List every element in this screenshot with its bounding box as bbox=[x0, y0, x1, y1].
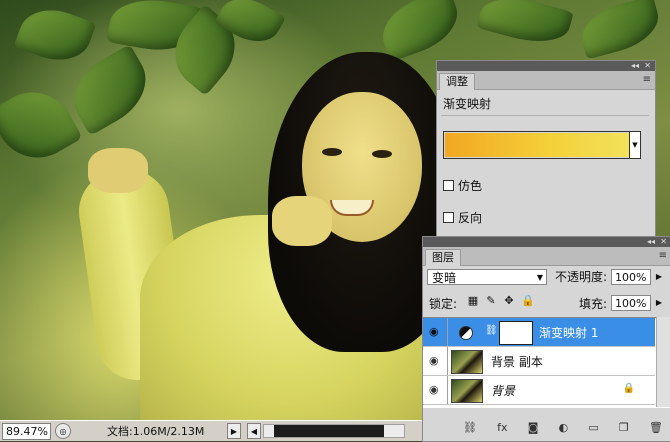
status-menu-arrow-icon[interactable]: ▶ bbox=[227, 423, 241, 439]
lock-icon: 🔒 bbox=[622, 383, 635, 394]
trash-icon[interactable]: 🗑 bbox=[649, 421, 663, 437]
layer-name[interactable]: 背景 副本 bbox=[491, 353, 543, 370]
blend-opacity-row: 变暗 ▼ 不透明度: 100% ▶ bbox=[427, 269, 663, 287]
layer-row[interactable]: ◉ ⛓ 渐变映射 1 bbox=[423, 318, 655, 347]
zoom-field[interactable]: 89.47% bbox=[2, 422, 51, 440]
close-icon[interactable]: ✕ bbox=[660, 237, 667, 247]
adjustments-panel: ◂◂ ✕ 调整 ≡ 渐变映射 ▼ 仿色 反向 bbox=[436, 60, 656, 240]
hand-shape bbox=[272, 196, 332, 246]
tab-bar: 图层 ≡ bbox=[423, 247, 670, 266]
layer-list: ◉ ⛓ 渐变映射 1 ◉ 背景 副本 ◉ 背景 🔒 bbox=[423, 317, 670, 408]
divider bbox=[447, 318, 448, 346]
checkbox-box[interactable] bbox=[443, 180, 454, 191]
adjustment-title: 渐变映射 bbox=[443, 97, 492, 111]
panel-menu-icon[interactable]: ≡ bbox=[643, 74, 651, 85]
lock-position-icon[interactable]: ✥ bbox=[503, 295, 515, 307]
leaf-shape bbox=[13, 0, 97, 71]
layer-name[interactable]: 渐变映射 1 bbox=[539, 324, 598, 341]
link-icon[interactable]: ⛓ bbox=[463, 421, 477, 437]
layers-panel: ◂◂ ✕ 图层 ≡ 变暗 ▼ 不透明度: 100% ▶ 锁定: ▦ ✎ ✥ 🔒 … bbox=[422, 236, 670, 442]
new-layer-icon[interactable]: ❐ bbox=[619, 421, 629, 437]
checkbox-box[interactable] bbox=[443, 212, 454, 223]
gradient-dropdown-icon[interactable]: ▼ bbox=[629, 132, 640, 158]
panel-menu-icon[interactable]: ≡ bbox=[659, 250, 667, 261]
fx-icon[interactable]: fx bbox=[497, 421, 507, 437]
lock-paint-icon[interactable]: ✎ bbox=[485, 295, 497, 307]
hand-shape bbox=[88, 148, 148, 193]
leaf-shape bbox=[373, 0, 467, 63]
chain-link-icon[interactable]: ⛓ bbox=[485, 325, 498, 336]
eye-icon[interactable]: ◉ bbox=[429, 326, 441, 338]
scroll-thumb[interactable] bbox=[274, 425, 384, 437]
horizontal-scrollbar[interactable] bbox=[263, 424, 405, 438]
layer-mask-thumbnail[interactable] bbox=[499, 321, 533, 345]
blend-mode-value: 变暗 bbox=[432, 271, 457, 285]
lock-fill-row: 锁定: ▦ ✎ ✥ 🔒 填充: 100% ▶ bbox=[427, 295, 663, 313]
mask-icon[interactable]: ◙ bbox=[528, 421, 539, 437]
leaf-shape bbox=[60, 44, 160, 136]
scroll-left-icon[interactable]: ◀ bbox=[247, 423, 261, 439]
lock-transparency-icon[interactable]: ▦ bbox=[467, 295, 479, 307]
tab-adjustments[interactable]: 调整 bbox=[439, 73, 475, 90]
eye-shape bbox=[372, 150, 392, 158]
leaf-shape bbox=[476, 0, 574, 51]
collapse-icon[interactable]: ◂◂ bbox=[647, 237, 655, 247]
opacity-slider-icon[interactable]: ▶ bbox=[653, 269, 665, 285]
divider bbox=[447, 376, 448, 404]
panel-header-bar: ◂◂ ✕ bbox=[423, 237, 670, 247]
reverse-checkbox[interactable]: 反向 bbox=[443, 209, 482, 226]
dither-checkbox[interactable]: 仿色 bbox=[443, 177, 482, 194]
lock-label: 锁定: bbox=[429, 297, 458, 311]
blend-mode-select[interactable]: 变暗 ▼ bbox=[427, 269, 547, 285]
layers-footer: ⛓ fx ◙ ◐ ▭ ❐ 🗑 bbox=[463, 421, 663, 437]
adjustment-icon[interactable]: ◐ bbox=[559, 421, 569, 437]
tab-bar: 调整 ≡ bbox=[437, 71, 655, 90]
vertical-scrollbar[interactable] bbox=[656, 317, 670, 407]
divider bbox=[441, 115, 649, 116]
document-info: 文档:1.06M/2.13M bbox=[107, 425, 205, 438]
lock-all-icon[interactable]: 🔒 bbox=[521, 295, 535, 307]
leaf-shape bbox=[575, 0, 665, 60]
layer-name[interactable]: 背景 bbox=[491, 382, 515, 399]
layer-row[interactable]: ◉ 背景 副本 bbox=[423, 347, 655, 376]
fill-label: 填充: bbox=[579, 297, 608, 311]
layer-thumbnail[interactable] bbox=[451, 350, 483, 374]
fill-slider-icon[interactable]: ▶ bbox=[653, 295, 665, 311]
gradient-preview[interactable] bbox=[445, 133, 629, 157]
checkbox-label: 反向 bbox=[458, 211, 483, 225]
opacity-label: 不透明度: bbox=[555, 270, 608, 284]
gradient-picker[interactable]: ▼ bbox=[443, 131, 641, 159]
gradient-map-icon bbox=[459, 326, 473, 340]
opacity-input[interactable]: 100% bbox=[611, 269, 651, 285]
layer-thumbnail[interactable] bbox=[451, 379, 483, 403]
eye-icon[interactable]: ◉ bbox=[429, 384, 441, 396]
collapse-icon[interactable]: ◂◂ bbox=[631, 61, 639, 71]
leaf-shape bbox=[0, 77, 83, 173]
checkbox-label: 仿色 bbox=[458, 179, 483, 193]
close-icon[interactable]: ✕ bbox=[644, 61, 651, 71]
fill-input[interactable]: 100% bbox=[611, 295, 651, 311]
tab-layers[interactable]: 图层 bbox=[425, 249, 461, 266]
eye-icon[interactable]: ◉ bbox=[429, 355, 441, 367]
chevron-down-icon[interactable]: ▼ bbox=[537, 270, 543, 286]
eye-shape bbox=[322, 148, 342, 156]
layer-row[interactable]: ◉ 背景 🔒 bbox=[423, 376, 655, 405]
panel-header-bar: ◂◂ ✕ bbox=[437, 61, 655, 71]
zoom-options-icon[interactable]: ◎ bbox=[55, 423, 71, 439]
group-icon[interactable]: ▭ bbox=[588, 421, 598, 437]
divider bbox=[447, 347, 448, 375]
